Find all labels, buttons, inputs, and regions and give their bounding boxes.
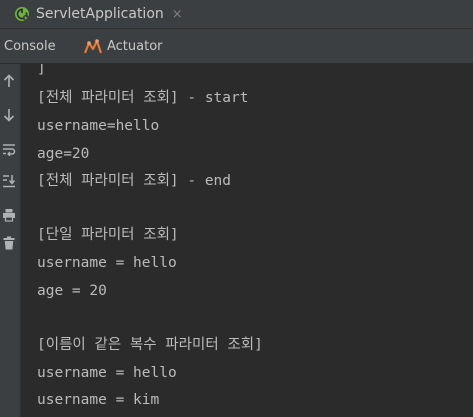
console-line: username = kim (37, 392, 160, 408)
tab-actuator[interactable]: Actuator (84, 29, 163, 63)
ide-run-window: ServletApplication × Console Actuator] … (0, 0, 473, 417)
run-tab-servlet-application[interactable]: ServletApplication × (0, 0, 193, 28)
tab-console[interactable]: Console (4, 29, 56, 63)
print-icon[interactable] (0, 206, 18, 224)
console-line: ] (37, 64, 46, 77)
close-icon[interactable]: × (172, 7, 183, 22)
console-line: username = hello (37, 365, 177, 381)
console-line: [전체 파라미터 조회] - end (37, 173, 232, 189)
console-line: [단일 파라미터 조회] (37, 227, 179, 243)
arrow-down-icon[interactable] (0, 106, 18, 124)
tool-window-toolbar: Console Actuator (0, 29, 473, 64)
arrow-up-icon[interactable] (0, 72, 18, 90)
console-output[interactable]: ] [전체 파라미터 조회] - start username=hello ag… (21, 64, 473, 417)
console-line: username=hello (37, 118, 160, 134)
console-line: age = 20 (37, 283, 107, 299)
run-tab-title: ServletApplication (36, 6, 164, 22)
console-line: [이름이 같은 복수 파라미터 조회] (37, 337, 263, 353)
console-line: age=20 (37, 146, 90, 162)
actuator-icon (84, 39, 102, 54)
tab-console-label: Console (4, 38, 56, 54)
run-tab-bar: ServletApplication × (0, 0, 473, 29)
soft-wrap-icon[interactable] (0, 140, 18, 158)
spring-boot-icon (15, 7, 30, 22)
trash-icon[interactable] (0, 234, 18, 252)
tab-actuator-label: Actuator (107, 38, 163, 54)
scroll-to-end-icon[interactable] (0, 172, 18, 190)
console-line: username = hello (37, 255, 177, 271)
console-line: [전체 파라미터 조회] - start (37, 90, 249, 106)
console-action-gutter (0, 64, 21, 417)
